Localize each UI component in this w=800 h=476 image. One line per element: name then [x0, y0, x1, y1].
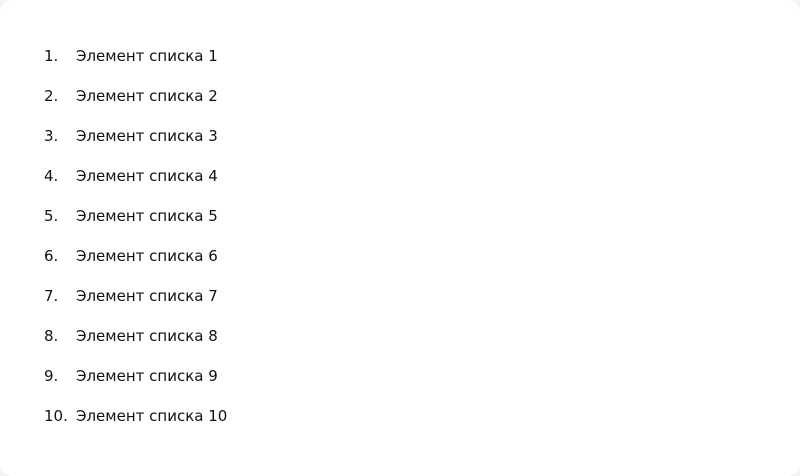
list-item: 4. Элемент списка 4 [44, 164, 227, 188]
list-item: 2. Элемент списка 2 [44, 84, 227, 108]
list-item-number: 10. [44, 407, 68, 425]
list-item: 9. Элемент списка 9 [44, 364, 227, 388]
list-item: 6. Элемент списка 6 [44, 244, 227, 268]
list-card: 1. Элемент списка 1 2. Элемент списка 2 … [0, 0, 800, 476]
list-item-number: 1. [44, 47, 59, 65]
list-item: 7. Элемент списка 7 [44, 284, 227, 308]
list-item-number: 7. [44, 287, 59, 305]
list-item-label: Элемент списка 4 [76, 167, 218, 185]
list-item-number: 5. [44, 207, 59, 225]
list-item-number: 8. [44, 327, 59, 345]
list-item: 5. Элемент списка 5 [44, 204, 227, 228]
list-item-number: 4. [44, 167, 59, 185]
list-item-label: Элемент списка 7 [76, 287, 218, 305]
list-item-number: 9. [44, 367, 59, 385]
ordered-list: 1. Элемент списка 1 2. Элемент списка 2 … [44, 44, 227, 444]
list-item-label: Элемент списка 3 [76, 127, 218, 145]
list-item-label: Элемент списка 8 [76, 327, 218, 345]
list-item-label: Элемент списка 10 [76, 407, 228, 425]
list-item-label: Элемент списка 2 [76, 87, 218, 105]
list-item-number: 2. [44, 87, 59, 105]
list-item-label: Элемент списка 9 [76, 367, 218, 385]
list-item-label: Элемент списка 1 [76, 47, 218, 65]
list-item: 1. Элемент списка 1 [44, 44, 227, 68]
list-item: 10. Элемент списка 10 [44, 404, 227, 428]
list-item-number: 6. [44, 247, 59, 265]
list-item-label: Элемент списка 5 [76, 207, 218, 225]
list-item-number: 3. [44, 127, 59, 145]
list-item-label: Элемент списка 6 [76, 247, 218, 265]
list-item: 8. Элемент списка 8 [44, 324, 227, 348]
list-item: 3. Элемент списка 3 [44, 124, 227, 148]
